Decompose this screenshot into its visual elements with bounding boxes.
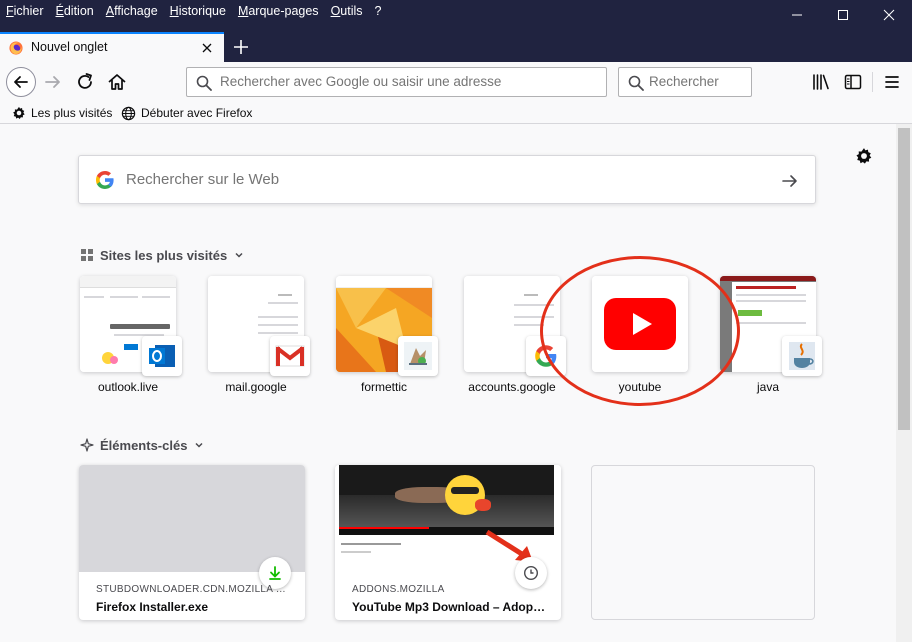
top-site-tile[interactable] [80,276,182,376]
maximize-icon [838,10,848,20]
top-site-tile[interactable] [208,276,310,376]
search-input[interactable] [649,74,749,89]
highlight-annotation [540,256,740,406]
top-site-label: accounts.google [468,380,556,394]
chevron-down-icon [235,252,243,258]
gmail-icon [270,336,310,376]
card-source: ADDONS.MOZILLA [352,584,445,595]
bookmark-label: Les plus visités [31,106,113,120]
top-site-label: java [756,380,779,394]
menu-help[interactable]: ? [369,0,388,22]
menu-bookmarks[interactable]: Marque-pages [232,0,325,22]
arrow-right-icon[interactable] [779,170,801,192]
navigation-toolbar [0,62,912,102]
chevron-down-icon [195,442,203,448]
close-window-button[interactable] [866,0,912,30]
maximize-button[interactable] [820,0,866,30]
bookmark-getting-started[interactable]: Débuter avec Firefox [121,104,252,122]
bookmark-label: Débuter avec Firefox [141,106,253,120]
tab-new-tab[interactable]: Nouvel onglet [0,32,224,62]
sparkle-icon [80,438,94,452]
home-icon[interactable] [106,71,128,93]
web-search-input[interactable] [126,171,766,188]
gear-icon[interactable] [855,147,873,165]
empty-highlight-placeholder [591,465,815,620]
google-icon [96,171,114,189]
address-bar[interactable] [186,67,607,97]
back-arrow-icon [14,76,28,88]
outlook-icon [142,336,182,376]
address-input[interactable] [220,74,600,89]
top-site-label: mail.google [225,380,287,394]
highlights-header[interactable]: Éléments-clés [80,436,204,454]
top-sites-title: Sites les plus visités [100,247,228,263]
scrollbar-thumb[interactable] [898,128,910,430]
search-icon [196,75,212,91]
card-title: YouTube Mp3 Download – Adopt... [352,600,547,614]
library-icon[interactable] [810,71,832,93]
formettic-icon [398,336,438,376]
menu-edit[interactable]: Édition [50,0,100,22]
minimize-button[interactable] [774,0,820,30]
page-scrollbar[interactable] [896,124,912,642]
close-tab-icon[interactable] [199,40,215,56]
grid-icon [81,249,93,261]
tab-bar: Nouvel onglet [0,32,912,62]
bookmarks-toolbar: Les plus visités Débuter avec Firefox [0,102,912,124]
menu-file[interactable]: Fichier [0,0,50,22]
highlights-title: Éléments-clés [100,437,188,453]
toolbar-separator [872,72,873,92]
card-title: Firefox Installer.exe [96,600,209,614]
search-bar[interactable] [618,67,752,97]
menu-view[interactable]: Affichage [100,0,164,22]
top-site-label: formettic [360,380,407,394]
menu-history[interactable]: Historique [164,0,232,22]
top-site-tile[interactable] [336,276,438,376]
tab-title: Nouvel onglet [31,40,108,54]
search-icon [628,75,644,91]
bookmark-most-visited[interactable]: Les plus visités [12,104,112,122]
web-search-box[interactable] [78,155,816,204]
back-button[interactable] [6,67,36,97]
card-source: STUBDOWNLOADER.CDN.MOZILLA — 31... [96,584,291,595]
reload-icon[interactable] [74,71,96,93]
top-site-label: outlook.live [97,380,159,394]
hamburger-menu-icon[interactable] [881,71,903,93]
top-sites-header[interactable]: Sites les plus visités [80,246,244,264]
menu-bar: Fichier Édition Affichage Historique Mar… [0,0,387,22]
menu-tools[interactable]: Outils [325,0,369,22]
globe-icon [121,106,136,120]
minimize-icon [792,14,802,16]
card-thumbnail [335,465,561,572]
forward-arrow-icon[interactable] [42,71,64,93]
gear-icon [13,106,25,119]
java-icon [782,336,822,376]
firefox-icon [9,41,23,55]
new-tab-plus-icon[interactable] [228,36,254,58]
title-bar: Fichier Édition Affichage Historique Mar… [0,0,912,32]
new-tab-page: Sites les plus visités [0,124,896,642]
sidebar-icon[interactable] [842,71,864,93]
highlight-card[interactable]: STUBDOWNLOADER.CDN.MOZILLA — 31... Firef… [79,465,305,620]
close-icon [883,9,895,21]
highlight-card[interactable]: ADDONS.MOZILLA YouTube Mp3 Download – Ad… [335,465,561,620]
card-thumbnail [79,465,305,572]
